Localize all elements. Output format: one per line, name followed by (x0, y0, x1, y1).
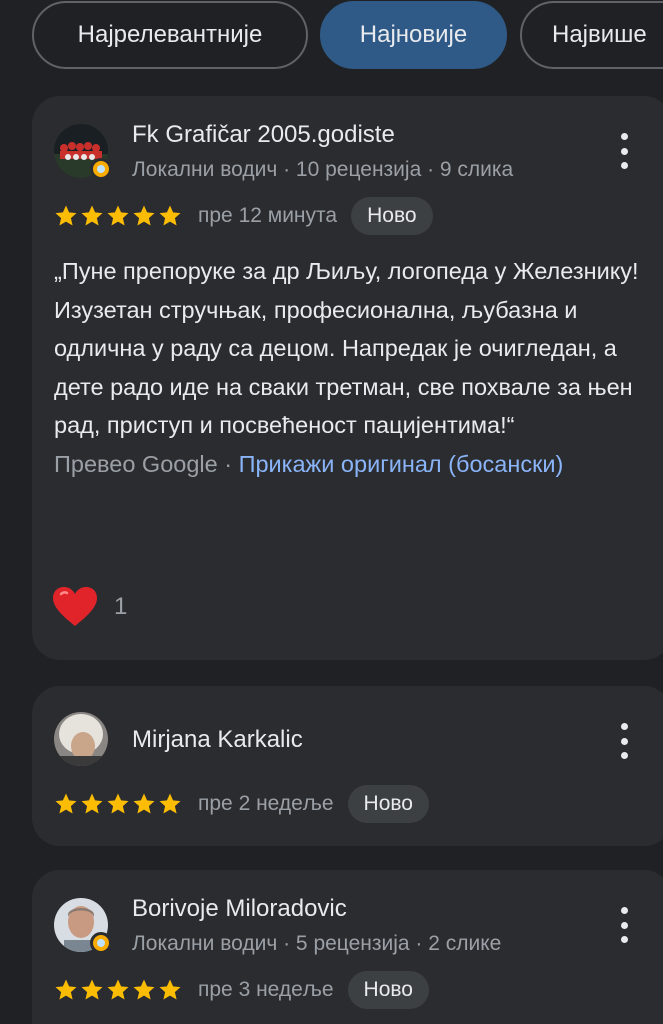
profile-photo-avatar (54, 712, 108, 766)
local-guide-badge-icon (90, 158, 112, 180)
author-meta: Локални водич · 5 рецензија · 2 слике (132, 932, 502, 955)
heart-icon (53, 587, 97, 626)
translated-by-label: Превео Google (54, 450, 218, 477)
star-rating (54, 792, 182, 816)
star-icon (81, 205, 103, 226)
star-icon (107, 979, 129, 1000)
avatar[interactable] (54, 124, 112, 180)
star-icon (133, 205, 155, 226)
local-guide-badge-icon (90, 932, 112, 954)
reaction-count: 1 (114, 593, 128, 620)
star-icon (159, 979, 181, 1000)
rating-row: пре 2 недеље Ново (54, 785, 429, 823)
star-rating (54, 204, 182, 228)
reaction-button[interactable]: 1 (52, 586, 127, 628)
star-icon (133, 793, 155, 814)
star-rating (54, 978, 182, 1002)
avatar[interactable] (54, 712, 108, 766)
review-time: пре 12 минута (198, 204, 338, 227)
reviews-page: Најрелевантније Најновије Највише Fk Gra… (0, 0, 663, 1024)
more-options-icon[interactable] (618, 133, 630, 169)
filter-chip-most-relevant[interactable]: Најрелевантније (32, 1, 308, 69)
star-icon (133, 979, 155, 1000)
new-badge: Ново (347, 971, 429, 1009)
star-icon (159, 793, 181, 814)
star-icon (55, 205, 77, 226)
filter-chip-newest[interactable]: Најновије (320, 1, 507, 69)
filter-chips: Најрелевантније Најновије Највише (0, 0, 663, 70)
filter-chip-highest[interactable]: Највише (520, 1, 663, 69)
review-card: Borivoje Miloradovic Локални водич · 5 р… (32, 870, 663, 1024)
review-card: Mirjana Karkalic пре 2 недеље Ново (32, 686, 663, 846)
show-original-link[interactable]: Прикажи оригинал (босански) (239, 451, 564, 477)
star-icon (107, 793, 129, 814)
star-icon (81, 979, 103, 1000)
rating-row: пре 3 недеље Ново (54, 971, 429, 1009)
author-name[interactable]: Mirjana Karkalic (132, 726, 303, 754)
review-card: Fk Grafičar 2005.godiste Локални водич ·… (32, 96, 663, 660)
separator-dot: · (217, 450, 239, 477)
review-time: пре 3 недеље (198, 978, 334, 1001)
star-icon (55, 793, 77, 814)
new-badge: Ново (351, 197, 433, 235)
star-icon (55, 979, 77, 1000)
author-meta: Локални водич · 10 рецензија · 9 слика (132, 158, 514, 181)
star-icon (159, 205, 181, 226)
avatar[interactable] (54, 898, 112, 954)
rating-row: пре 12 минута Ново (54, 197, 433, 235)
review-text: „Пуне препоруке за др Љиљу, логопеда у Ж… (54, 258, 639, 439)
author-name[interactable]: Borivoje Miloradovic (132, 895, 347, 923)
review-text-block: „Пуне препоруке за др Љиљу, логопеда у Ж… (54, 252, 654, 484)
review-time: пре 2 недеље (198, 792, 334, 815)
more-options-icon[interactable] (618, 907, 630, 943)
star-icon (107, 205, 129, 226)
star-icon (81, 793, 103, 814)
more-options-icon[interactable] (618, 723, 630, 759)
new-badge: Ново (347, 785, 429, 823)
author-name[interactable]: Fk Grafičar 2005.godiste (132, 121, 395, 149)
